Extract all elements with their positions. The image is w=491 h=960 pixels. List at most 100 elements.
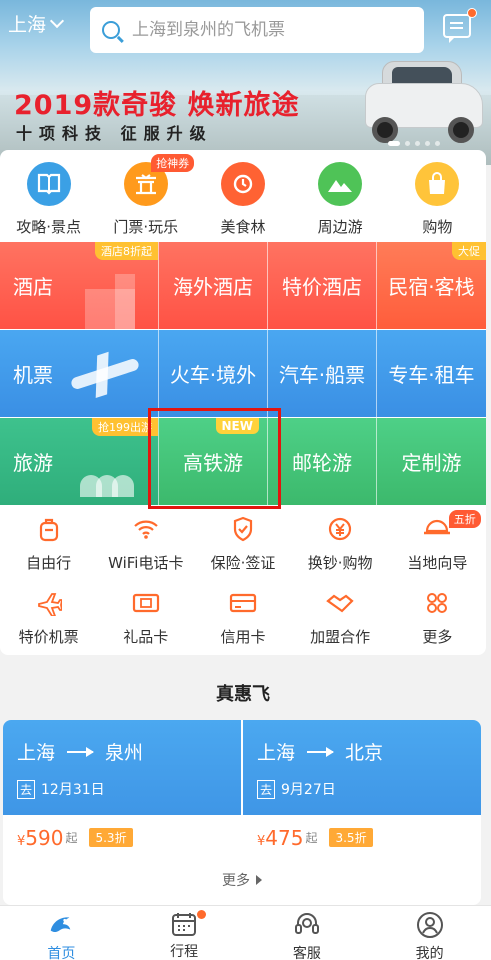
service-credit-card[interactable]: 信用卡 <box>194 588 291 647</box>
shopping-bag-icon <box>415 162 460 206</box>
credit-card-icon <box>228 588 258 618</box>
deal-price-suffix: 起 <box>305 831 318 845</box>
shield-icon <box>228 514 258 544</box>
tile-bus-ship-label: 汽车·船票 <box>278 363 366 387</box>
tab-home[interactable]: 首页 <box>0 906 123 960</box>
deal-route: 上海 北京 <box>257 738 467 765</box>
tile-homestay[interactable]: 民宿·客栈 大促 <box>377 242 486 329</box>
deal-go-label: 去 <box>257 779 276 799</box>
deal-card-2-price: ¥475 起 3.5折 <box>243 815 481 860</box>
service-free-travel[interactable]: 自由行 <box>0 514 97 573</box>
tab-profile[interactable]: 我的 <box>368 906 491 960</box>
tile-special-hotel[interactable]: 特价酒店 <box>268 242 377 329</box>
main-menu-card: 攻略·景点 抢神券 门票·玩乐 美食林 周边游 购物 酒店 酒店8折起 海外酒店… <box>0 150 486 655</box>
service-more[interactable]: 更多 <box>389 588 486 647</box>
quick-guide-label: 攻略·景点 <box>16 218 81 236</box>
service-local-guide[interactable]: 五折 当地向导 <box>389 510 486 573</box>
tile-cruise[interactable]: 邮轮游 <box>268 418 377 505</box>
currency-exchange-icon <box>325 514 355 544</box>
tile-bus-ship[interactable]: 汽车·船票 <box>268 330 377 417</box>
quick-shopping-label: 购物 <box>422 218 453 236</box>
deal-from: 上海 <box>17 742 56 764</box>
city-selector[interactable]: 上海 <box>8 10 65 37</box>
service-insurance-visa[interactable]: 保险·签证 <box>194 514 291 573</box>
city-label: 上海 <box>8 14 47 36</box>
tile-custom-tour[interactable]: 定制游 <box>377 418 486 505</box>
carousel-indicator <box>388 141 440 146</box>
deal-to: 泉州 <box>105 742 144 764</box>
search-bar[interactable] <box>90 7 424 53</box>
quick-icons-row: 攻略·景点 抢神券 门票·玩乐 美食林 周边游 购物 <box>0 154 486 242</box>
more-grid-icon <box>422 588 452 618</box>
service-wifi[interactable]: WiFi电话卡 <box>97 514 194 573</box>
tab-home-label: 首页 <box>47 946 76 960</box>
service-local-guide-label: 当地向导 <box>407 554 468 572</box>
tile-overseas-hotel[interactable]: 海外酒店 <box>159 242 268 329</box>
tile-hotel[interactable]: 酒店 酒店8折起 <box>0 242 159 329</box>
service-credit-card-label: 信用卡 <box>220 628 266 646</box>
tile-flight[interactable]: 机票 <box>0 330 159 417</box>
quick-food[interactable]: 美食林 <box>194 162 291 242</box>
quick-shopping[interactable]: 购物 <box>389 162 486 242</box>
service-partnership[interactable]: 加盟合作 <box>292 588 389 647</box>
top-banner[interactable]: 上海 2019款奇骏 焕新旅途 十项科技 征服升级 <box>0 0 491 165</box>
service-cheap-flights[interactable]: 特价机票 <box>0 588 97 647</box>
deals-more-link[interactable]: 更多 <box>3 870 481 890</box>
plane-icon <box>34 588 64 618</box>
tab-service[interactable]: 客服 <box>246 906 369 960</box>
home-dolphin-icon <box>47 911 75 939</box>
message-icon[interactable] <box>443 8 477 43</box>
deal-route: 上海 泉州 <box>17 738 227 765</box>
service-currency[interactable]: 换钞·购物 <box>292 514 389 573</box>
tile-tour[interactable]: 旅游 抢199出游 <box>0 418 159 505</box>
service-partnership-label: 加盟合作 <box>310 628 371 646</box>
tile-hotel-label: 酒店 <box>13 275 53 299</box>
search-icon <box>102 21 120 39</box>
calendar-icon <box>170 911 198 937</box>
quick-guide[interactable]: 攻略·景点 <box>0 162 97 242</box>
guide-book-icon <box>26 162 71 206</box>
tab-service-label: 客服 <box>292 946 321 960</box>
highlight-box <box>148 408 281 509</box>
opera-house-icon <box>80 475 140 497</box>
tile-car-rental-label: 专车·租车 <box>388 363 475 387</box>
quick-tickets[interactable]: 抢神券 门票·玩乐 <box>97 154 195 242</box>
deal-card-2-header: 上海 北京 去 9月27日 <box>243 720 481 815</box>
service-gift-card[interactable]: 礼品卡 <box>97 588 194 647</box>
profile-icon <box>416 911 444 939</box>
service-currency-label: 换钞·购物 <box>307 554 373 572</box>
service-local-guide-tag: 五折 <box>448 510 481 528</box>
tile-custom-tour-label: 定制游 <box>401 451 462 475</box>
quick-nearby[interactable]: 周边游 <box>292 162 389 242</box>
deal-date: 9月27日 <box>281 782 336 798</box>
deal-go-label: 去 <box>17 779 36 799</box>
tile-overseas-hotel-label: 海外酒店 <box>173 275 253 299</box>
search-input[interactable] <box>132 20 392 40</box>
chevron-down-icon <box>49 13 65 28</box>
tile-homestay-badge: 大促 <box>452 242 486 260</box>
services-row-1: 自由行 WiFi电话卡 保险·签证 换钞·购物 五折 当地向导 <box>0 510 486 573</box>
tile-special-hotel-label: 特价酒店 <box>282 275 362 299</box>
tile-train[interactable]: 火车·境外 <box>159 330 268 417</box>
tab-itinerary[interactable]: 行程 <box>123 906 246 960</box>
backpack-icon <box>34 514 64 544</box>
deals-card: 上海 泉州 去 12月31日 ¥590 起 5.3折 上海 北京 去 9月27日… <box>3 720 481 905</box>
tab-itinerary-label: 行程 <box>170 944 199 960</box>
service-gift-card-label: 礼品卡 <box>123 628 169 646</box>
deal-date-row: 去 12月31日 <box>17 779 227 799</box>
gift-card-icon <box>131 588 161 618</box>
grid-row-transport: 机票 火车·境外 汽车·船票 专车·租车 <box>0 330 486 417</box>
wifi-icon <box>131 514 161 544</box>
mountain-icon <box>318 162 363 206</box>
deal-date: 12月31日 <box>41 782 105 798</box>
tile-flight-label: 机票 <box>13 363 53 387</box>
guide-hat-icon <box>422 514 452 544</box>
arrow-right-icon <box>307 746 335 757</box>
deal-card-1[interactable]: 上海 泉州 去 12月31日 ¥590 起 5.3折 <box>3 720 241 860</box>
services-row-2: 特价机票 礼品卡 信用卡 加盟合作 更多 <box>0 588 486 647</box>
service-free-travel-label: 自由行 <box>26 554 72 572</box>
deal-card-2[interactable]: 上海 北京 去 9月27日 ¥475 起 3.5折 <box>243 720 481 860</box>
tile-car-rental[interactable]: 专车·租车 <box>377 330 486 417</box>
notification-dot <box>196 910 206 919</box>
banner-title: 2019款奇骏 焕新旅途 <box>14 90 300 121</box>
